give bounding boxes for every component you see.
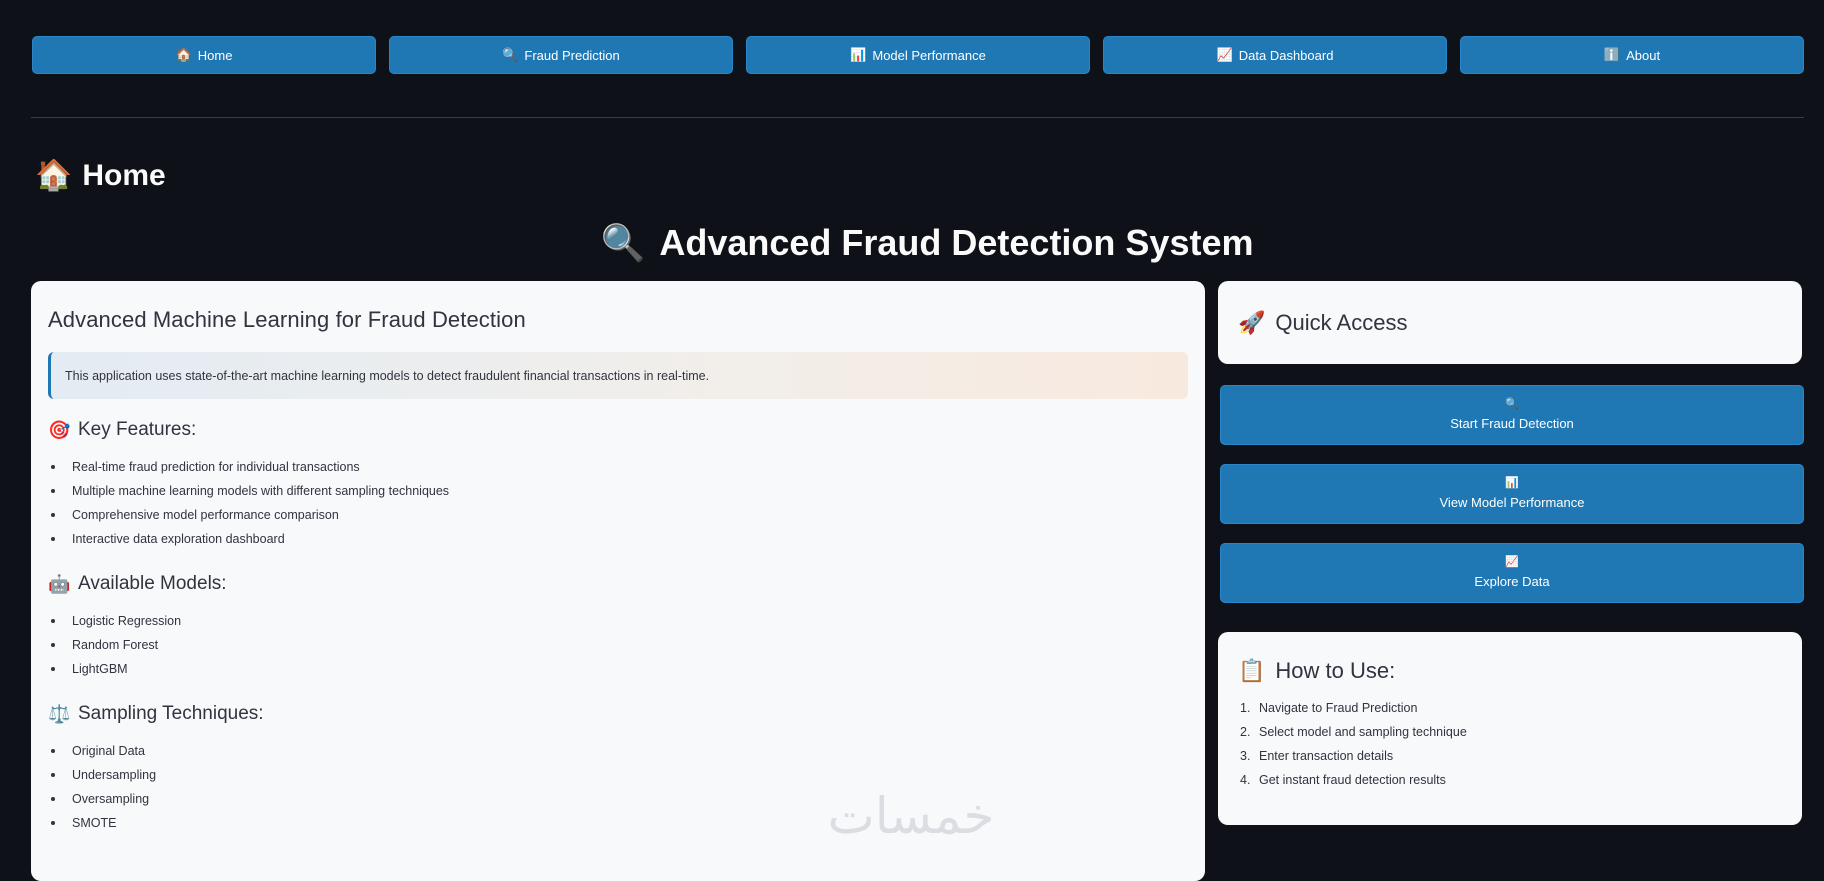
step-text: Get instant fraud detection results bbox=[1259, 773, 1446, 787]
models-list: Logistic Regression Random Forest LightG… bbox=[48, 609, 1188, 681]
hero-title: 🔍 Advanced Fraud Detection System bbox=[0, 222, 1824, 264]
how-to-heading-text: How to Use: bbox=[1275, 658, 1396, 683]
search-icon: 🔍 bbox=[1505, 398, 1519, 410]
list-item: Real-time fraud prediction for individua… bbox=[48, 455, 1188, 479]
models-heading: 🤖 Available Models: bbox=[48, 573, 1188, 595]
how-to-heading: 📋 How to Use: bbox=[1238, 658, 1782, 684]
step-text: Enter transaction details bbox=[1259, 749, 1394, 763]
list-item: 2. Select model and sampling technique bbox=[1238, 720, 1782, 744]
watermark-text: خمسات bbox=[827, 787, 995, 845]
step-number: 3. bbox=[1240, 749, 1251, 763]
step-number: 1. bbox=[1240, 701, 1251, 715]
page-title-text: Home bbox=[82, 158, 166, 192]
bar-chart-icon: 📊 bbox=[1505, 477, 1519, 489]
nav-label: About bbox=[1626, 47, 1661, 63]
quick-access-card: 🚀 Quick Access bbox=[1218, 281, 1802, 364]
nav-label: Model Performance bbox=[872, 47, 986, 63]
features-heading-text: Key Features: bbox=[78, 419, 197, 440]
nav-home-button[interactable]: 🏠 Home bbox=[32, 36, 376, 74]
list-item: Original Data bbox=[48, 739, 1188, 763]
quick-access-heading-text: Quick Access bbox=[1275, 309, 1408, 335]
hero-title-text: Advanced Fraud Detection System bbox=[659, 222, 1254, 263]
info-callout-text: This application uses state-of-the-art m… bbox=[65, 368, 710, 383]
how-to-steps: 1. Navigate to Fraud Prediction 2. Select … bbox=[1238, 696, 1782, 792]
list-item: Multiple machine learning models with di… bbox=[48, 479, 1188, 503]
home-icon: 🏠 bbox=[35, 159, 73, 192]
step-text: Navigate to Fraud Prediction bbox=[1259, 701, 1418, 715]
list-item: 1. Navigate to Fraud Prediction bbox=[1238, 696, 1782, 720]
sampling-heading-text: Sampling Techniques: bbox=[78, 703, 264, 724]
step-number: 2. bbox=[1240, 725, 1251, 739]
explore-data-button[interactable]: 📈 Explore Data bbox=[1220, 543, 1804, 603]
target-icon: 🎯 bbox=[48, 419, 71, 440]
features-heading: 🎯 Key Features: bbox=[48, 419, 1188, 441]
robot-icon: 🤖 bbox=[48, 573, 71, 594]
nav-model-performance-button[interactable]: 📊 Model Performance bbox=[746, 36, 1090, 74]
nav-label: Data Dashboard bbox=[1238, 47, 1334, 63]
page-title: 🏠 Home bbox=[35, 158, 166, 193]
home-icon: 🏠 bbox=[175, 47, 192, 62]
search-icon: 🔍 bbox=[502, 47, 519, 62]
list-item: Interactive data exploration dashboard bbox=[48, 527, 1188, 551]
magnifier-icon: 🔍 bbox=[600, 222, 646, 263]
divider bbox=[31, 117, 1804, 118]
list-item: LightGBM bbox=[48, 657, 1188, 681]
step-text: Select model and sampling technique bbox=[1259, 725, 1467, 739]
list-item: Comprehensive model performance comparis… bbox=[48, 503, 1188, 527]
button-label: Explore Data bbox=[1474, 574, 1550, 589]
step-number: 4. bbox=[1240, 773, 1251, 787]
trend-chart-icon: 📈 bbox=[1216, 47, 1233, 62]
start-fraud-detection-button[interactable]: 🔍 Start Fraud Detection bbox=[1220, 385, 1804, 445]
clipboard-icon: 📋 bbox=[1238, 658, 1266, 683]
overview-card: Advanced Machine Learning for Fraud Dete… bbox=[31, 281, 1205, 881]
list-item: 3. Enter transaction details bbox=[1238, 744, 1782, 768]
scales-icon: ⚖️ bbox=[48, 703, 71, 724]
quick-access-heading: 🚀 Quick Access bbox=[1238, 310, 1407, 336]
rocket-icon: 🚀 bbox=[1238, 309, 1266, 335]
how-to-card: 📋 How to Use: 1. Navigate to Fraud Predic… bbox=[1218, 632, 1802, 825]
top-nav: 🏠 Home 🔍 Fraud Prediction 📊 Model Perfor… bbox=[32, 36, 1804, 74]
watermark-logo: خمسات bbox=[798, 786, 1024, 846]
nav-label: Home bbox=[197, 47, 233, 63]
list-item: 4. Get instant fraud detection results bbox=[1238, 768, 1782, 792]
button-label: View Model Performance bbox=[1439, 495, 1585, 510]
info-callout: This application uses state-of-the-art m… bbox=[48, 352, 1188, 399]
list-item: Undersampling bbox=[48, 763, 1188, 787]
button-label: Start Fraud Detection bbox=[1450, 416, 1574, 431]
trend-chart-icon: 📈 bbox=[1505, 556, 1519, 568]
overview-heading: Advanced Machine Learning for Fraud Dete… bbox=[48, 307, 526, 332]
sampling-heading: ⚖️ Sampling Techniques: bbox=[48, 703, 1188, 725]
info-icon: ℹ️ bbox=[1603, 47, 1621, 62]
models-heading-text: Available Models: bbox=[78, 573, 227, 594]
nav-label: Fraud Prediction bbox=[524, 47, 620, 63]
features-list: Real-time fraud prediction for individua… bbox=[48, 455, 1188, 551]
nav-about-button[interactable]: ℹ️ About bbox=[1460, 36, 1804, 74]
list-item: Random Forest bbox=[48, 633, 1188, 657]
list-item: Logistic Regression bbox=[48, 609, 1188, 633]
view-model-performance-button[interactable]: 📊 View Model Performance bbox=[1220, 464, 1804, 524]
nav-data-dashboard-button[interactable]: 📈 Data Dashboard bbox=[1103, 36, 1447, 74]
bar-chart-icon: 📊 bbox=[850, 47, 867, 62]
nav-fraud-prediction-button[interactable]: 🔍 Fraud Prediction bbox=[389, 36, 733, 74]
